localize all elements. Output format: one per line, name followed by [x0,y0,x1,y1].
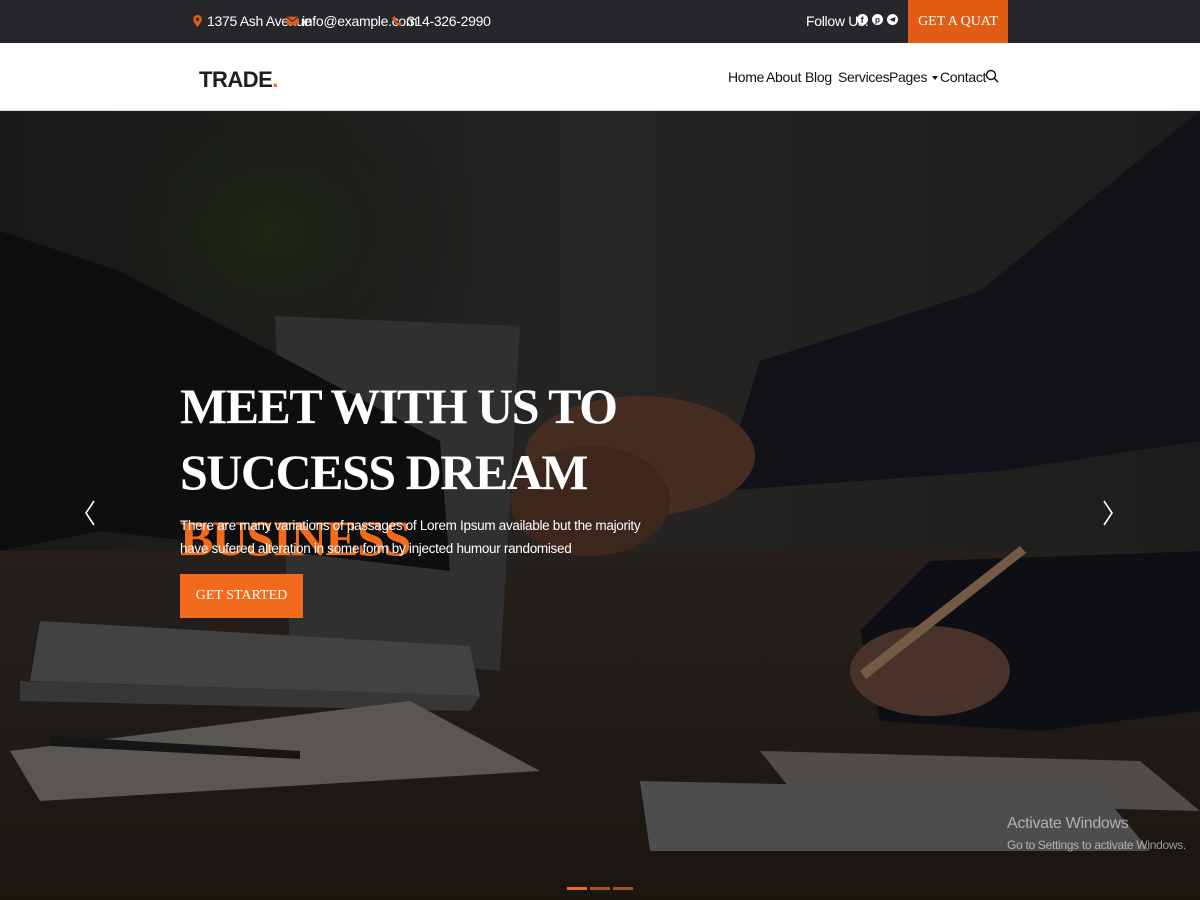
caret-down-icon [932,76,939,81]
svg-text:f: f [861,15,865,25]
pinterest-icon[interactable]: p [872,14,883,25]
logo-text: TRADE [199,67,273,92]
chevron-right-icon[interactable] [1101,499,1115,527]
hero-description: There are many variations of passages of… [180,518,641,556]
get-quote-button[interactable]: GET A QUAT [908,0,1008,43]
location-pin-icon [193,15,202,27]
search-icon[interactable] [985,69,999,83]
main-navbar: TRADE. Home About Blog Services Pages Co… [0,43,1200,111]
telegram-icon[interactable] [887,14,898,25]
facebook-icon[interactable]: f [857,14,868,25]
get-started-button[interactable]: GET STARTED [180,574,303,618]
top-bar: 1375 Ash Avenue info@example.com 314-326… [0,0,1200,43]
nav-services[interactable]: Services [838,69,890,85]
phone-text[interactable]: 314-326-2990 [407,13,491,29]
nav-about[interactable]: About [766,69,801,85]
slide-indicator-1[interactable] [567,887,587,890]
nav-pages-label: Pages [889,69,928,85]
site-logo[interactable]: TRADE. [199,67,278,93]
nav-blog[interactable]: Blog [805,69,832,85]
activate-windows-subtitle: Go to Settings to activate Windows. [1007,838,1186,852]
phone-icon [392,15,402,26]
hero-heading-plain: SUCCESS DREAM [180,444,588,500]
activate-windows-title: Activate Windows [1007,815,1129,832]
nav-contact[interactable]: Contact [940,69,986,85]
hero-slider: MEET WITH US TO SUCCESS DREAM BUSINESS T… [0,111,1200,900]
slide-indicator-3[interactable] [613,887,633,890]
nav-home[interactable]: Home [728,69,764,85]
svg-text:p: p [875,16,880,25]
slide-indicator-2[interactable] [590,887,610,890]
hero-heading-line-1: MEET WITH US TO [180,378,618,434]
nav-pages[interactable]: Pages [889,69,939,85]
phone-info[interactable]: 314-326-2990 [392,13,491,29]
chevron-left-icon[interactable] [83,499,97,527]
envelope-icon [287,16,298,26]
logo-dot: . [272,67,278,92]
